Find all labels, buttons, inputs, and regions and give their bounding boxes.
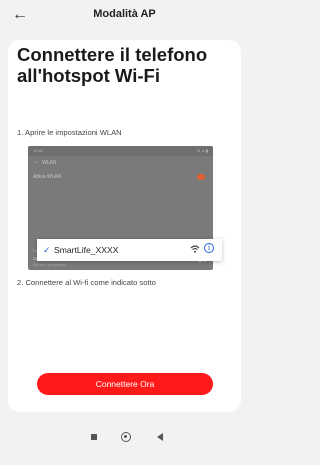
illustration-screen-title: WLAN — [42, 160, 57, 166]
illustration-toggle-label: Attiva WLAN — [33, 174, 62, 180]
app-header: ← Modalità AP — [0, 0, 249, 36]
page-title: Modalità AP — [93, 8, 156, 20]
step-1-text: 1. Aprire le impostazioni WLAN — [17, 128, 122, 137]
card-heading: Connettere il telefono all'hotspot Wi-Fi — [17, 44, 208, 86]
illustration-status-time: 10:42 — [33, 148, 44, 153]
illustration-status-icons: ≋ ⊿ ▮ — [196, 148, 208, 153]
wifi-icon — [190, 245, 200, 253]
info-icon: i — [204, 243, 214, 253]
connect-now-button[interactable]: Connettere Ora — [37, 373, 213, 395]
square-icon[interactable] — [91, 434, 97, 440]
illustration-toggle — [197, 174, 205, 180]
selected-network-name: SmartLife_XXXX — [54, 245, 119, 255]
step-2-text: 2. Connettere al Wi-fi come indicato sot… — [17, 278, 156, 287]
check-icon: ✓ — [43, 245, 51, 255]
system-nav-bar — [0, 420, 249, 465]
illustration-status-bar: 10:42 ≋ ⊿ ▮ — [28, 146, 213, 156]
selected-network-row: ✓ SmartLife_XXXX i — [37, 239, 222, 261]
circle-icon[interactable] — [121, 432, 131, 442]
illustration-other-network-sub: Salvata, crittografata — [33, 263, 66, 267]
illustration-back-icon: ← — [33, 159, 39, 165]
triangle-back-icon[interactable] — [157, 433, 163, 441]
